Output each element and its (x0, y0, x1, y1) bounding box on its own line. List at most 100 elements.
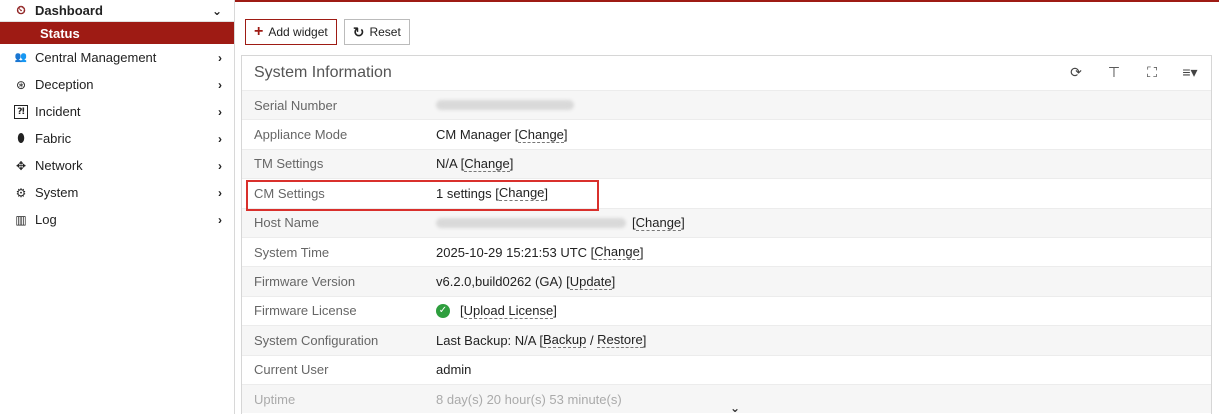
sidebar-item-system[interactable]: ⚙ System › (0, 179, 234, 206)
system-information-widget: System Information ⟳ ⊤ ⛶ ≡▾ Serial Numbe… (241, 55, 1212, 414)
change-system-time-link[interactable]: Change (594, 244, 640, 261)
sidebar-item-fabric[interactable]: ⬮ Fabric › (0, 125, 234, 152)
table-row: Firmware License ✓[Upload License] (242, 295, 1211, 325)
gear-icon: ⚙ (15, 185, 27, 200)
chevron-down-icon: ⌄ (211, 3, 222, 18)
widget-tools: ⟳ ⊤ ⛶ ≡▾ (1067, 64, 1199, 81)
table-row: Current User admin (242, 354, 1211, 384)
reset-button[interactable]: ↻ Reset (343, 19, 410, 45)
sidebar-item-central-management[interactable]: 👥 Central Management › (0, 44, 234, 71)
row-value: ✓[Upload License] (436, 303, 557, 319)
serial-number-value (436, 100, 574, 111)
chevron-right-icon: › (218, 104, 222, 119)
reset-icon: ↻ (352, 23, 365, 40)
row-value: N/A [Change] (436, 156, 513, 172)
top-accent-line (235, 0, 1219, 5)
upload-license-link[interactable]: Upload License (463, 303, 554, 319)
sidebar-item-incident[interactable]: ⁈ Incident › (0, 98, 234, 125)
row-label: CM Settings (254, 185, 325, 201)
bracket-close: ] (681, 215, 685, 231)
add-widget-label: Add widget (268, 25, 328, 39)
menu-icon[interactable]: ≡▾ (1181, 64, 1199, 81)
row-value: CM Manager [Change] (436, 127, 568, 143)
row-value: v6.2.0,build0262 (GA) [Update] (436, 274, 615, 290)
bracket-close: ] (553, 303, 557, 319)
table-row: Uptime 8 day(s) 20 hour(s) 53 minute(s) (242, 383, 1211, 414)
value-text: 2025-10-29 15:21:53 UTC [ (436, 244, 595, 260)
dashboard-toolbar: + Add widget ↻ Reset (245, 19, 410, 45)
row-label: Host Name (254, 215, 320, 231)
sidebar-item-label: Fabric (35, 131, 72, 146)
plus-icon: + (254, 23, 264, 40)
table-row: CM Settings 1 settings [Change] (242, 178, 1211, 207)
value-text: CM Manager [ (436, 127, 519, 143)
sidebar-item-label: Deception (35, 77, 94, 92)
expand-icon[interactable]: ⛶ (1143, 64, 1161, 81)
sidebar-item-label: System (35, 185, 79, 200)
users-icon: 👥 (14, 52, 28, 63)
dashboard-icon: ⏲ (16, 3, 26, 17)
table-row: System Time 2025-10-29 15:21:53 UTC [Cha… (242, 236, 1211, 266)
row-label: Firmware Version (254, 274, 356, 290)
sidebar-item-label: Log (35, 212, 57, 227)
value-text: 1 settings [ (436, 185, 499, 201)
table-row: Firmware Version v6.2.0,build0262 (GA) [… (242, 266, 1211, 296)
bracket-close: ] (544, 185, 549, 201)
info-table: Serial Number Appliance Mode CM Manager … (242, 90, 1211, 414)
chevron-right-icon: › (218, 50, 222, 65)
main-content: + Add widget ↻ Reset System Information … (235, 0, 1219, 414)
row-value: [Change] (436, 215, 685, 231)
bracket-close: ] (509, 156, 514, 172)
redacted-text (436, 217, 626, 228)
check-circle-icon: ✓ (436, 303, 450, 318)
bracket-close: ] (611, 274, 616, 290)
row-value: Last Backup: N/A [Backup / Restore] (436, 332, 646, 349)
add-widget-button[interactable]: + Add widget (245, 19, 337, 45)
update-firmware-link[interactable]: Update (569, 274, 612, 290)
restore-link[interactable]: Restore (597, 332, 643, 349)
change-tm-settings-link[interactable]: Change (464, 156, 510, 172)
reset-label: Reset (369, 25, 401, 39)
row-value: 1 settings [Change] (436, 185, 549, 202)
bracket-close: ] (639, 244, 644, 260)
row-label: Appliance Mode (254, 127, 348, 143)
incident-icon: ⁈ (14, 104, 28, 119)
change-host-name-link[interactable]: Change (635, 215, 682, 231)
chevron-right-icon: › (218, 212, 222, 227)
pin-icon[interactable]: ⊤ (1105, 64, 1123, 81)
sidebar-item-dashboard[interactable]: ⏲ Dashboard ⌄ (0, 0, 234, 22)
row-value: 2025-10-29 15:21:53 UTC [Change] (436, 244, 644, 261)
chevron-right-icon: › (218, 158, 222, 173)
sidebar-subitem-status[interactable]: Status (0, 22, 234, 44)
chevron-down-icon[interactable]: ⌄ (730, 401, 740, 414)
change-cm-settings-link[interactable]: Change (498, 185, 545, 202)
network-icon: ✥ (15, 158, 27, 173)
sidebar-item-label: Network (35, 158, 83, 173)
sidebar-item-log[interactable]: ▥ Log › (0, 206, 234, 233)
table-row: System Configuration Last Backup: N/A [B… (242, 325, 1211, 355)
widget-header: System Information ⟳ ⊤ ⛶ ≡▾ (242, 56, 1211, 90)
value-text: N/A [ (436, 156, 465, 172)
sidebar-item-deception[interactable]: ⊛ Deception › (0, 71, 234, 98)
uptime-value: 8 day(s) 20 hour(s) 53 minute(s) (436, 391, 622, 407)
table-row: Host Name [Change] (242, 207, 1211, 237)
value-text: v6.2.0,build0262 (GA) [ (436, 274, 570, 290)
bracket-close: ] (563, 127, 568, 143)
row-label: TM Settings (254, 156, 324, 172)
widget-title: System Information (254, 64, 392, 81)
table-row: TM Settings N/A [Change] (242, 148, 1211, 179)
chevron-right-icon: › (218, 131, 222, 146)
fabric-icon: ⬮ (17, 131, 25, 145)
chevron-right-icon: › (218, 77, 222, 92)
sidebar-item-network[interactable]: ✥ Network › (0, 152, 234, 179)
sidebar-item-label: Central Management (35, 50, 157, 65)
table-row: Serial Number (242, 90, 1211, 120)
value-text: Last Backup: N/A [ (436, 332, 543, 348)
backup-link[interactable]: Backup (542, 332, 587, 349)
refresh-icon[interactable]: ⟳ (1067, 64, 1085, 81)
current-user-value: admin (436, 362, 472, 378)
change-appliance-mode-link[interactable]: Change (518, 127, 564, 143)
row-label: Serial Number (254, 97, 338, 113)
redacted-text (436, 100, 574, 111)
row-label: System Time (254, 244, 330, 260)
